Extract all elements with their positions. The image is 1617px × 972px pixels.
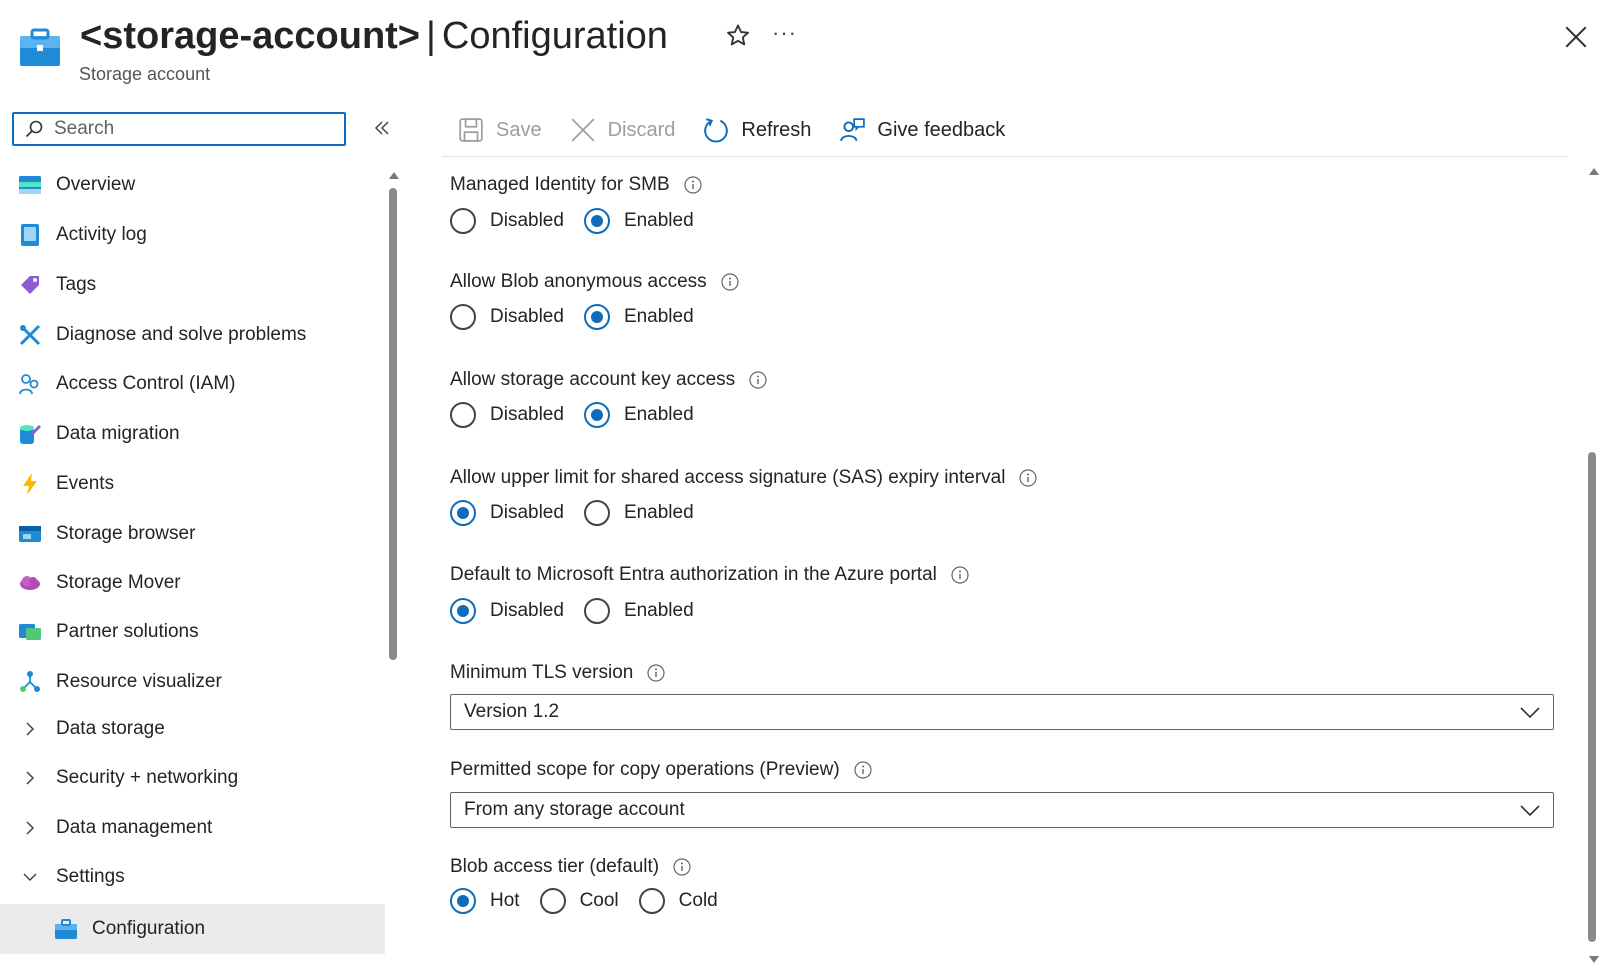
sidebar-item-events[interactable]: Events: [0, 461, 385, 507]
save-icon: [459, 118, 483, 142]
sidebar-group-security-networking[interactable]: Security + networking: [0, 755, 385, 801]
search-icon: [25, 120, 43, 138]
copy-scope-label: Permitted scope for copy operations (Pre…: [450, 759, 872, 781]
sidebar-item-tags[interactable]: Tags: [0, 262, 385, 308]
sidebar-item-partner-solutions[interactable]: Partner solutions: [0, 609, 385, 655]
blob-anon-label: Allow Blob anonymous access: [450, 271, 739, 293]
configuration-icon: [55, 919, 77, 939]
discard-button[interactable]: Discard: [570, 117, 675, 143]
storage-browser-icon: [19, 526, 41, 542]
collapse-sidebar-icon[interactable]: [372, 118, 392, 138]
chevron-right-icon: [26, 771, 35, 785]
copy-scope-dropdown[interactable]: From any storage account: [450, 792, 1554, 828]
give-feedback-button[interactable]: Give feedback: [839, 117, 1005, 143]
info-icon[interactable]: [1019, 469, 1038, 487]
blade-name: Configuration: [441, 15, 668, 57]
smb-label: Managed Identity for SMB: [450, 174, 702, 196]
page-title: <storage-account> | Configuration: [80, 12, 668, 60]
sidebar-item-overview[interactable]: Overview: [0, 162, 385, 208]
search-input[interactable]: [52, 117, 336, 141]
key-access-disabled-radio[interactable]: Disabled: [450, 402, 564, 428]
blob-anon-enabled-radio[interactable]: Enabled: [583, 304, 694, 330]
access-tier-cold-radio[interactable]: Cold: [638, 888, 718, 914]
access-tier-radio-group: Hot Cool Cold: [450, 888, 738, 914]
sidebar-group-data-management[interactable]: Data management: [0, 805, 385, 851]
entra-default-enabled-radio[interactable]: Enabled: [583, 598, 694, 624]
tls-version-dropdown[interactable]: Version 1.2: [450, 694, 1554, 730]
activity-log-icon: [21, 224, 39, 246]
sidebar-item-diagnose[interactable]: Diagnose and solve problems: [0, 312, 385, 358]
chevron-down-icon: [1520, 707, 1540, 719]
info-icon[interactable]: [951, 566, 969, 584]
sidebar-item-data-migration[interactable]: Data migration: [0, 411, 385, 457]
partner-icon: [19, 624, 41, 640]
info-icon[interactable]: [673, 858, 691, 876]
refresh-button[interactable]: Refresh: [703, 117, 811, 143]
sas-expiry-radio-group: Disabled Enabled: [450, 500, 714, 526]
more-options-icon[interactable]: ···: [772, 20, 797, 46]
sidebar-item-storage-mover[interactable]: Storage Mover: [0, 560, 385, 606]
sidebar-item-resource-visualizer[interactable]: Resource visualizer: [0, 659, 385, 705]
content-scroll-down-icon[interactable]: [1588, 955, 1600, 965]
toolbar-divider: [442, 156, 1568, 157]
save-button[interactable]: Save: [458, 117, 542, 143]
info-icon[interactable]: [749, 371, 767, 389]
lightning-icon: [23, 473, 37, 495]
sas-expiry-disabled-radio[interactable]: Disabled: [450, 500, 564, 526]
blob-anon-disabled-radio[interactable]: Disabled: [450, 304, 564, 330]
sidebar-scrollbar-thumb[interactable]: [389, 188, 397, 660]
tag-icon: [21, 276, 39, 294]
sidebar-search[interactable]: [12, 112, 346, 146]
data-migration-icon: [20, 424, 42, 444]
sas-expiry-label: Allow upper limit for shared access sign…: [450, 467, 1038, 489]
cloud-mover-icon: [20, 576, 40, 590]
key-access-radio-group: Disabled Enabled: [450, 402, 714, 428]
sidebar-scroll-up-icon[interactable]: [388, 170, 400, 180]
entra-default-radio-group: Disabled Enabled: [450, 598, 714, 624]
sidebar-item-storage-browser[interactable]: Storage browser: [0, 511, 385, 557]
resource-name: <storage-account>: [80, 15, 420, 57]
star-icon[interactable]: [724, 22, 752, 50]
smb-enabled-radio[interactable]: Enabled: [583, 208, 694, 234]
info-icon[interactable]: [684, 176, 702, 194]
visualizer-icon: [20, 671, 40, 692]
sidebar-group-settings[interactable]: Settings: [0, 854, 385, 900]
smb-disabled-radio[interactable]: Disabled: [450, 208, 564, 234]
wrench-icon: [19, 324, 41, 346]
access-tier-label: Blob access tier (default): [450, 856, 691, 878]
entra-default-label: Default to Microsoft Entra authorization…: [450, 564, 969, 586]
blob-anon-radio-group: Disabled Enabled: [450, 304, 714, 330]
chevron-right-icon: [26, 821, 35, 835]
sidebar-item-iam[interactable]: Access Control (IAM): [0, 361, 385, 407]
sidebar-item-activity-log[interactable]: Activity log: [0, 212, 385, 258]
info-icon[interactable]: [854, 761, 872, 779]
tls-label: Minimum TLS version: [450, 662, 665, 684]
chevron-down-icon: [1520, 805, 1540, 817]
people-icon: [19, 374, 39, 395]
chevron-down-icon: [23, 873, 37, 882]
overview-icon: [19, 176, 41, 194]
discard-icon: [571, 118, 595, 142]
entra-default-disabled-radio[interactable]: Disabled: [450, 598, 564, 624]
sas-expiry-enabled-radio[interactable]: Enabled: [583, 500, 694, 526]
sidebar-item-configuration[interactable]: Configuration: [0, 904, 385, 954]
sidebar-group-data-storage[interactable]: Data storage: [0, 706, 385, 752]
chevron-right-icon: [26, 722, 35, 736]
access-tier-cool-radio[interactable]: Cool: [539, 888, 619, 914]
storage-account-icon: [20, 28, 60, 66]
refresh-icon: [704, 118, 729, 143]
command-bar: Save Discard Refresh Give feedback: [458, 108, 1033, 152]
key-access-enabled-radio[interactable]: Enabled: [583, 402, 694, 428]
content-scroll-up-icon[interactable]: [1588, 166, 1600, 176]
access-tier-hot-radio[interactable]: Hot: [450, 888, 520, 914]
key-access-label: Allow storage account key access: [450, 369, 767, 391]
page-subtitle: Storage account: [79, 64, 211, 84]
info-icon[interactable]: [647, 664, 665, 682]
close-icon[interactable]: [1563, 24, 1589, 50]
title-separator: |: [426, 15, 436, 57]
smb-radio-group: Disabled Enabled: [450, 208, 714, 234]
content-scrollbar-thumb[interactable]: [1588, 452, 1596, 942]
feedback-icon: [840, 118, 866, 142]
info-icon[interactable]: [721, 273, 739, 291]
